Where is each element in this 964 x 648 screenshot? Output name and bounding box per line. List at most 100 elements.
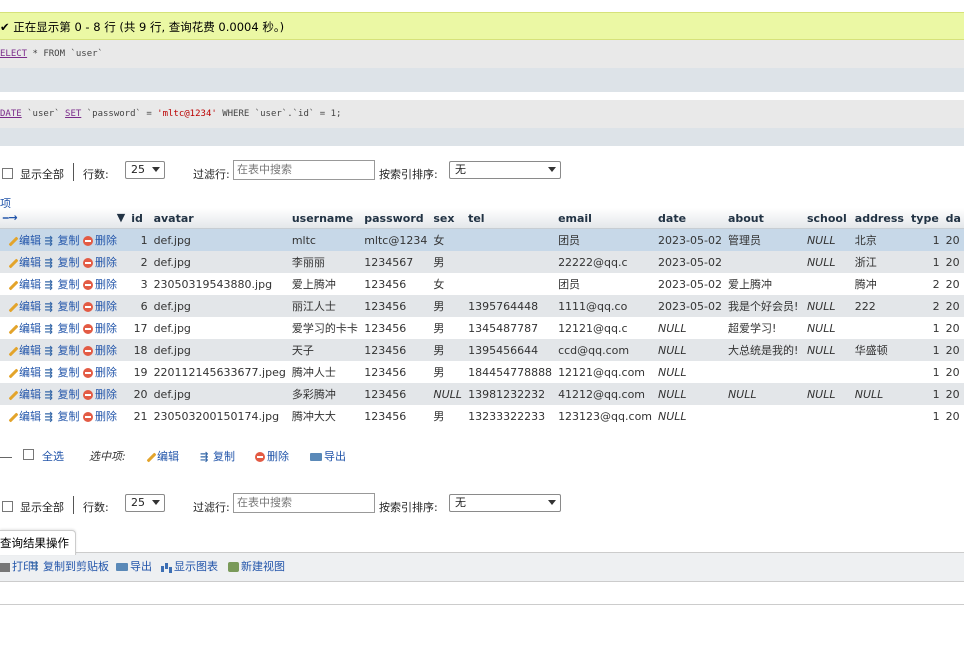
cell-tel[interactable]: 1345487787 — [465, 317, 556, 339]
filter-input[interactable]: 在表中搜索 — [233, 160, 375, 180]
column-header-date[interactable]: date — [655, 208, 725, 229]
cell-date[interactable]: 2023-05-02 — [655, 228, 725, 251]
cell-da[interactable]: 20 — [942, 361, 964, 383]
cell-password[interactable]: 1234567 — [361, 251, 431, 273]
cell-email[interactable]: 123123@qq.com — [555, 405, 656, 427]
delete-button[interactable]: 删除 — [83, 410, 117, 423]
create-view-link[interactable]: 新建视图 — [228, 553, 285, 581]
cell-avatar[interactable]: 23050319543880.jpg — [150, 273, 289, 295]
cell-email[interactable]: 12121@qq.com — [555, 361, 656, 383]
copy-button[interactable]: ⇶ 复制 — [45, 388, 80, 401]
cell-da[interactable]: 20 — [942, 383, 964, 405]
copy-button[interactable]: ⇶ 复制 — [45, 234, 80, 247]
cell-date[interactable]: NULL — [655, 405, 725, 427]
cell-about[interactable]: 大总统是我的! — [724, 339, 804, 361]
copy-button[interactable]: ⇶ 复制 — [45, 344, 80, 357]
sort-dropdown-icon[interactable]: ▼ — [117, 211, 125, 224]
cell-email[interactable]: 团员 — [555, 228, 656, 251]
cell-type[interactable]: 2 — [908, 295, 943, 317]
cell-about[interactable] — [724, 251, 804, 273]
delete-button[interactable]: 删除 — [83, 234, 117, 247]
cell-username[interactable]: 丽江人士 — [288, 295, 362, 317]
cell-sex[interactable]: 男 — [430, 405, 466, 427]
sql-query-select[interactable]: ELECT * FROM `user` — [0, 40, 964, 68]
cell-da[interactable]: 20 — [942, 295, 964, 317]
print-link[interactable]: 打印 — [0, 553, 34, 581]
copy-button[interactable]: ⇶ 复制 — [45, 256, 80, 269]
cell-password[interactable]: 123456 — [361, 361, 431, 383]
cell-id[interactable]: 2 — [128, 251, 151, 273]
cell-school[interactable]: NULL — [803, 317, 852, 339]
cell-username[interactable]: 爱学习的卡卡 — [288, 317, 362, 339]
edit-button[interactable]: 编辑 — [7, 388, 41, 401]
column-header-address[interactable]: address — [851, 208, 909, 229]
cell-username[interactable]: 爱上腾冲 — [288, 273, 362, 295]
edit-button[interactable]: 编辑 — [7, 366, 41, 379]
cell-id[interactable]: 1 — [128, 228, 151, 251]
cell-address[interactable]: 华盛顿 — [851, 339, 909, 361]
cell-address[interactable]: 222 — [851, 295, 909, 317]
select-all-checkbox[interactable] — [23, 449, 34, 460]
show-chart-link[interactable]: 显示图表 — [160, 553, 218, 581]
export-link[interactable]: 导出 — [116, 553, 152, 581]
copy-button[interactable]: ⇶ 复制 — [45, 300, 80, 313]
delete-button[interactable]: 删除 — [83, 300, 117, 313]
cell-address[interactable]: 浙江 — [851, 251, 909, 273]
cell-id[interactable]: 21 — [128, 405, 151, 427]
cell-school[interactable]: NULL — [803, 383, 852, 405]
cell-tel[interactable] — [465, 273, 556, 295]
copy-button[interactable]: ⇶ 复制 — [45, 366, 80, 379]
cell-date[interactable]: NULL — [655, 339, 725, 361]
cell-tel[interactable]: 184454778888 — [465, 361, 556, 383]
cell-email[interactable]: 1111@qq.co — [555, 295, 656, 317]
column-header-school[interactable]: school — [803, 208, 852, 229]
copy-to-clipboard-link[interactable]: ⇶ 复制到剪贴板 — [30, 553, 109, 581]
bulk-edit-button[interactable]: 编辑 — [145, 448, 179, 464]
cell-id[interactable]: 6 — [128, 295, 151, 317]
cell-address[interactable] — [851, 361, 909, 383]
delete-button[interactable]: 删除 — [83, 322, 117, 335]
cell-da[interactable]: 20 — [942, 317, 964, 339]
cell-da[interactable]: 20 — [942, 339, 964, 361]
cell-school[interactable] — [803, 405, 852, 427]
show-all-checkbox[interactable] — [2, 501, 13, 512]
show-all-label[interactable]: 显示全部 — [20, 499, 64, 515]
rows-select[interactable]: 25 — [125, 161, 165, 179]
cell-date[interactable]: 2023-05-02 — [655, 251, 725, 273]
edit-button[interactable]: 编辑 — [7, 300, 41, 313]
cell-about[interactable] — [724, 405, 804, 427]
edit-button[interactable]: 编辑 — [7, 322, 41, 335]
cell-school[interactable] — [803, 361, 852, 383]
cell-school[interactable]: NULL — [803, 295, 852, 317]
cell-tel[interactable]: 13981232232 — [465, 383, 556, 405]
cell-type[interactable]: 1 — [908, 339, 943, 361]
cell-school[interactable] — [803, 273, 852, 295]
show-all-checkbox[interactable] — [2, 168, 13, 179]
cell-school[interactable]: NULL — [803, 339, 852, 361]
table-row[interactable]: 编辑 ⇶ 复制 删除 20 def.jpg 多彩腾冲 123456 NULL 13981232… — [0, 383, 964, 405]
rows-select[interactable]: 25 — [125, 494, 165, 512]
table-row[interactable]: 编辑 ⇶ 复制 删除 6 def.jpg 丽江人士 123456 男 1395764448 11… — [0, 295, 964, 317]
cell-address[interactable] — [851, 405, 909, 427]
cell-address[interactable]: NULL — [851, 383, 909, 405]
cell-email[interactable]: 12121@qq.c — [555, 317, 656, 339]
cell-id[interactable]: 19 — [128, 361, 151, 383]
cell-email[interactable]: 41212@qq.com — [555, 383, 656, 405]
cell-about[interactable]: 超爱学习! — [724, 317, 804, 339]
column-header-sex[interactable]: sex — [430, 208, 466, 229]
cell-sex[interactable]: 男 — [430, 251, 466, 273]
cell-sex[interactable]: 男 — [430, 317, 466, 339]
cell-avatar[interactable]: 220112145633677.jpeg — [150, 361, 289, 383]
cell-email[interactable]: ccd@qq.com — [555, 339, 656, 361]
cell-username[interactable]: 多彩腾冲 — [288, 383, 362, 405]
column-header-avatar[interactable]: avatar — [150, 208, 289, 229]
edit-button[interactable]: 编辑 — [7, 410, 41, 423]
cell-password[interactable]: mltc@1234 — [361, 228, 431, 251]
cell-type[interactable]: 1 — [908, 405, 943, 427]
cell-id[interactable]: 20 — [128, 383, 151, 405]
select-all-link[interactable]: 全选 — [42, 448, 64, 464]
column-header-password[interactable]: password — [361, 208, 431, 229]
cell-school[interactable]: NULL — [803, 228, 852, 251]
cell-date[interactable]: 2023-05-02 — [655, 273, 725, 295]
delete-button[interactable]: 删除 — [83, 278, 117, 291]
